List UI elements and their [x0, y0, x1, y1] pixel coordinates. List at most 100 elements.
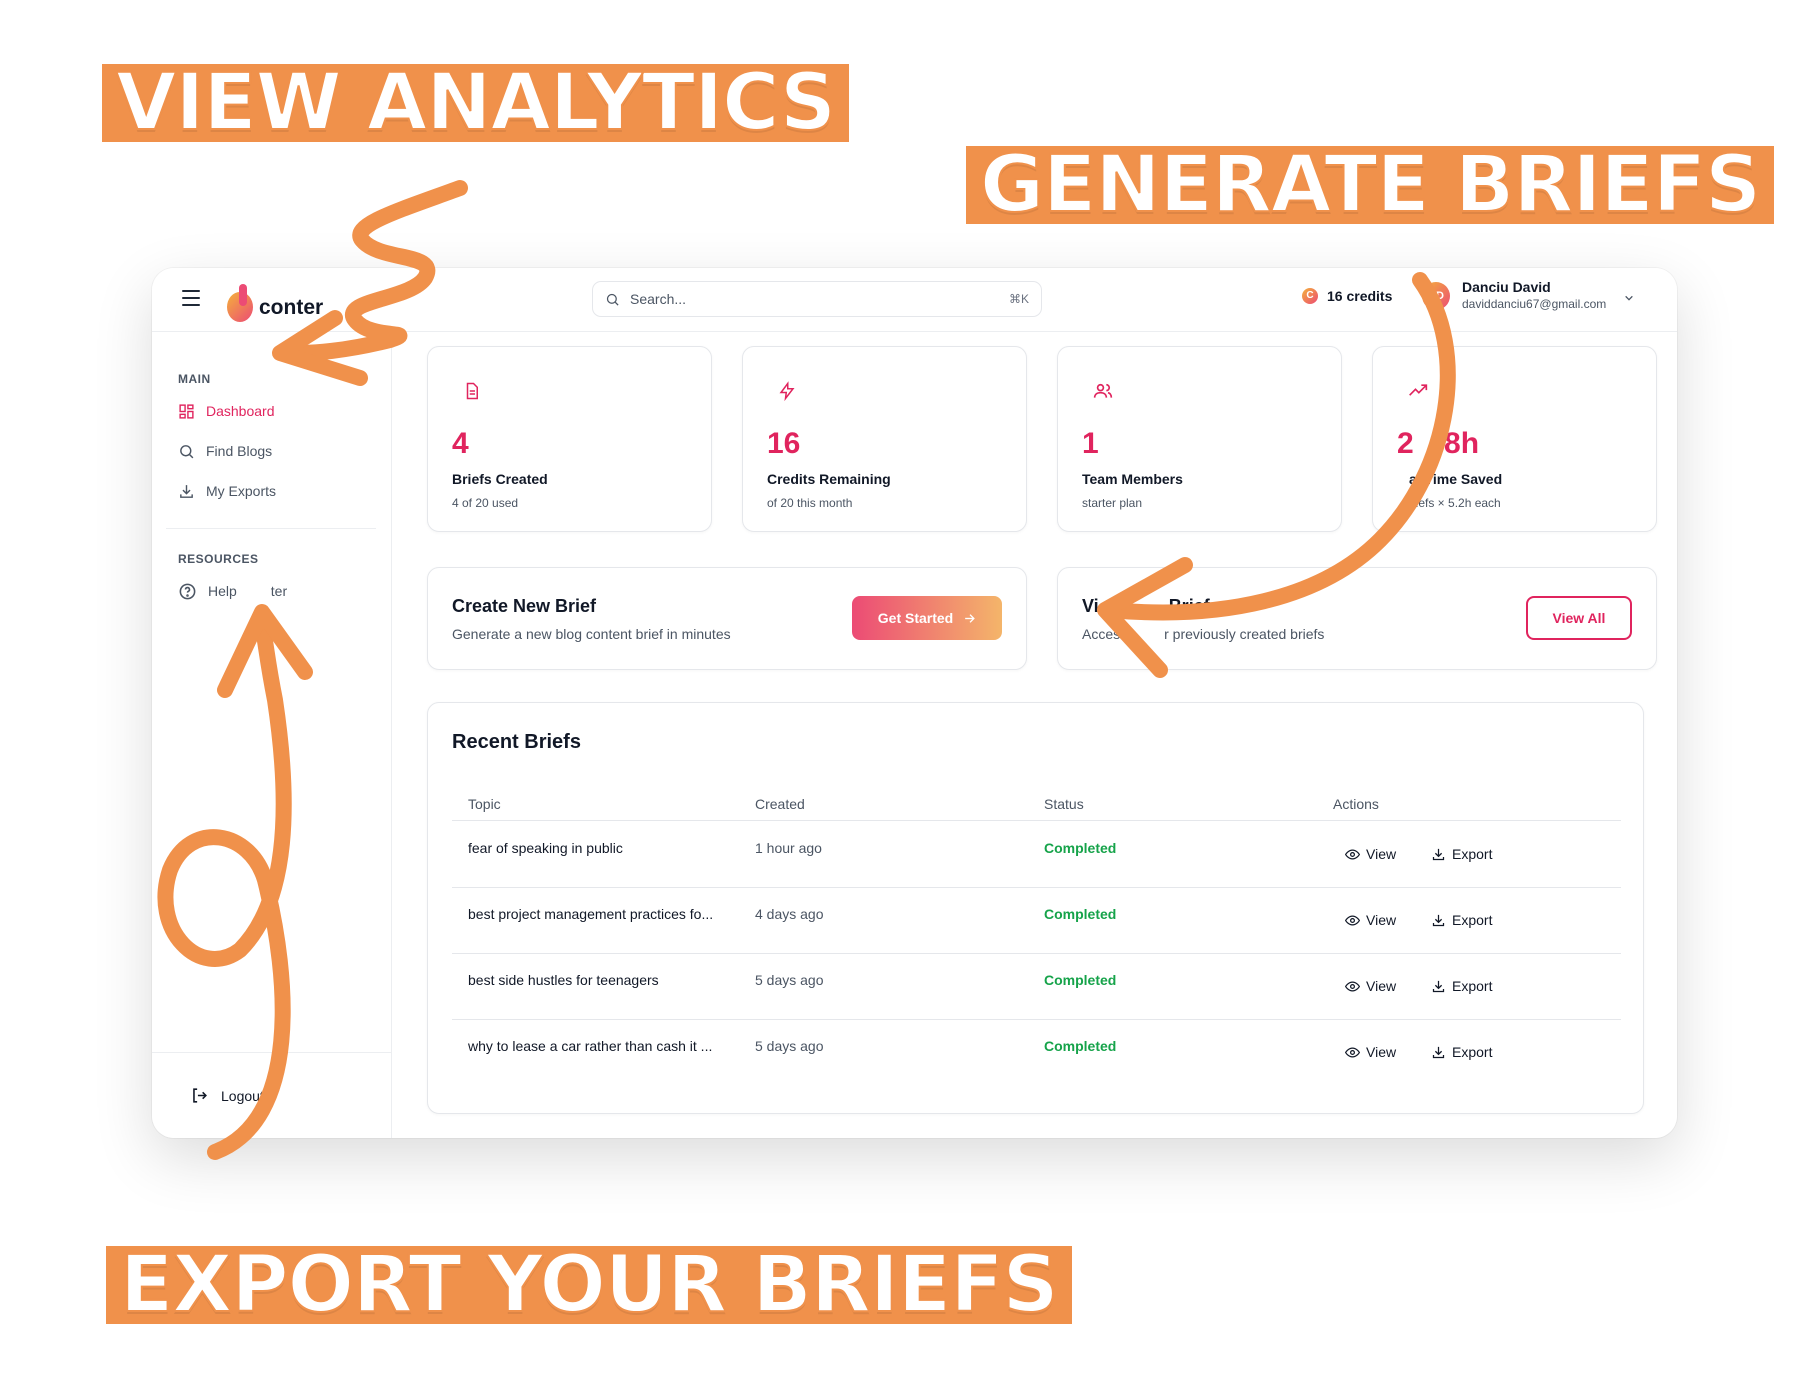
view-button[interactable]: View	[1345, 978, 1396, 994]
row-topic: fear of speaking in public	[468, 840, 623, 856]
row-status: Completed	[1044, 840, 1117, 856]
eye-icon	[1345, 1046, 1360, 1058]
logout-icon	[193, 1088, 207, 1103]
sidebar-item-label-tail: ter	[270, 583, 288, 599]
row-topic: why to lease a car rather than cash it .…	[468, 1038, 713, 1054]
logout-label: Logout	[221, 1087, 264, 1104]
stat-value: 4	[452, 427, 469, 460]
sidebar: MAIN Dashboard Find Blogs My Exports RES…	[152, 332, 392, 1138]
search-icon	[606, 293, 619, 306]
recent-briefs-title: Recent Briefs	[452, 731, 581, 753]
credits-badge[interactable]: C 16 credits	[1302, 288, 1392, 304]
table-header: Topic Created Status Actions	[452, 787, 1621, 821]
get-started-label: Get Started	[877, 610, 954, 626]
create-brief-title: Create New Brief	[452, 596, 597, 616]
row-created: 5 days ago	[755, 1038, 824, 1054]
coin-icon: C	[1302, 288, 1318, 304]
help-circle-icon	[179, 583, 196, 599]
stat-card-briefs: 4 Briefs Created 4 of 20 used	[427, 346, 712, 532]
stat-card-time-saved: 2.8h al Time Saved briefs × 5.2h each	[1372, 346, 1657, 532]
sidebar-item-label: Find Blogs	[206, 443, 273, 459]
promo-export-briefs: EXPORT YOUR BRIEFS	[106, 1240, 1072, 1330]
row-topic: best side hustles for teenagers	[468, 972, 659, 988]
sidebar-item-find-blogs[interactable]: Find Blogs	[178, 439, 272, 463]
sidebar-section-resources: RESOURCES	[178, 552, 259, 566]
promo-view-analytics: VIEW ANALYTICS	[102, 58, 850, 148]
table-row: best project management practices fo... …	[452, 888, 1621, 954]
view-button[interactable]: View	[1345, 912, 1396, 928]
stat-value: 2.8h	[1397, 427, 1480, 460]
user-name: Danciu David	[1462, 279, 1551, 295]
search-placeholder: Search...	[630, 291, 687, 307]
menu-icon[interactable]	[182, 290, 200, 306]
row-created: 4 days ago	[755, 906, 824, 922]
trending-up-icon	[1409, 384, 1428, 396]
view-briefs-card: Vi Briefs Acces r previously created brief…	[1057, 567, 1657, 670]
sidebar-item-dashboard[interactable]: Dashboard	[178, 399, 275, 423]
view-button[interactable]: View	[1345, 846, 1396, 862]
credits-text: 16 credits	[1327, 288, 1393, 304]
download-icon	[1432, 980, 1445, 992]
stat-sub: briefs × 5.2h each	[1405, 496, 1501, 510]
logout-button[interactable]: Logout	[190, 1086, 264, 1105]
table-row: best side hustles for teenagers 5 days a…	[452, 954, 1621, 1020]
user-menu[interactable]: DD Danciu David daviddanciu67@gmail.com	[1422, 279, 1606, 312]
row-created: 1 hour ago	[755, 840, 822, 856]
user-email: daviddanciu67@gmail.com	[1462, 297, 1607, 311]
recent-briefs-panel: Recent Briefs Topic Created Status Actio…	[427, 702, 1644, 1114]
sidebar-item-help-center[interactable]: Help ter	[178, 579, 287, 603]
get-started-button[interactable]: Get Started	[852, 596, 1002, 640]
column-topic: Topic	[468, 796, 501, 812]
create-brief-desc: Generate a new blog content brief in min…	[452, 626, 731, 642]
download-icon	[1432, 1046, 1445, 1058]
chevron-down-icon[interactable]	[1624, 293, 1634, 303]
row-status: Completed	[1044, 1038, 1117, 1054]
stat-card-team: 1 Team Members starter plan	[1057, 346, 1342, 532]
stat-value: 16	[767, 427, 801, 460]
sidebar-item-label: Help	[208, 583, 237, 599]
logo[interactable]: conter v	[227, 278, 367, 322]
sidebar-item-my-exports[interactable]: My Exports	[178, 479, 276, 503]
stat-sub: 4 of 20 used	[452, 496, 519, 510]
search-icon	[180, 444, 194, 458]
stat-sub: of 20 this month	[767, 496, 853, 510]
stat-label: Team Members	[1082, 471, 1183, 487]
column-created: Created	[755, 796, 805, 812]
sidebar-section-main: MAIN	[178, 372, 211, 386]
eye-icon	[1345, 848, 1360, 860]
logo-text: conter v	[259, 296, 367, 319]
sidebar-bottom-divider	[152, 1052, 392, 1053]
export-button[interactable]: Export	[1431, 912, 1492, 928]
table-row: fear of speaking in public 1 hour ago Co…	[452, 822, 1621, 888]
row-topic: best project management practices fo...	[468, 906, 714, 922]
lightning-icon	[779, 381, 795, 401]
view-all-button[interactable]: View All	[1526, 596, 1632, 640]
export-button[interactable]: Export	[1431, 978, 1492, 994]
avatar: DD	[1422, 281, 1450, 310]
promo-generate-briefs: GENERATE BRIEFS	[966, 140, 1775, 230]
logo-mark-icon	[227, 284, 257, 322]
document-icon	[466, 382, 478, 400]
export-button[interactable]: Export	[1431, 846, 1492, 862]
sidebar-item-label: Dashboard	[206, 403, 275, 419]
row-created: 5 days ago	[755, 972, 824, 988]
download-icon	[1432, 914, 1445, 926]
arrow-right-icon	[965, 613, 976, 623]
view-briefs-title: Vi Briefs	[1082, 596, 1220, 616]
stat-value: 1	[1082, 427, 1099, 460]
column-status: Status	[1044, 796, 1084, 812]
promo-stage: VIEW ANALYTICS GENERATE BRIEFS EXPORT YO…	[0, 0, 1811, 1393]
eye-icon	[1345, 914, 1360, 926]
view-button[interactable]: View	[1345, 1044, 1396, 1060]
download-icon	[180, 484, 193, 498]
column-actions: Actions	[1333, 796, 1379, 812]
stat-label: Credits Remaining	[767, 471, 891, 487]
dashboard-main: 4 Briefs Created 4 of 20 used 16 Credits…	[393, 332, 1677, 1138]
export-button[interactable]: Export	[1431, 1044, 1492, 1060]
users-icon	[1093, 383, 1113, 398]
app-window: conter v Search... ⌘K C 16 credits DD Dan…	[152, 268, 1677, 1138]
top-bar: conter v Search... ⌘K C 16 credits DD Dan…	[152, 268, 1677, 332]
grid-icon	[179, 403, 194, 419]
stat-label: Briefs Created	[452, 471, 548, 487]
search-input[interactable]: Search... ⌘K	[592, 281, 1042, 317]
